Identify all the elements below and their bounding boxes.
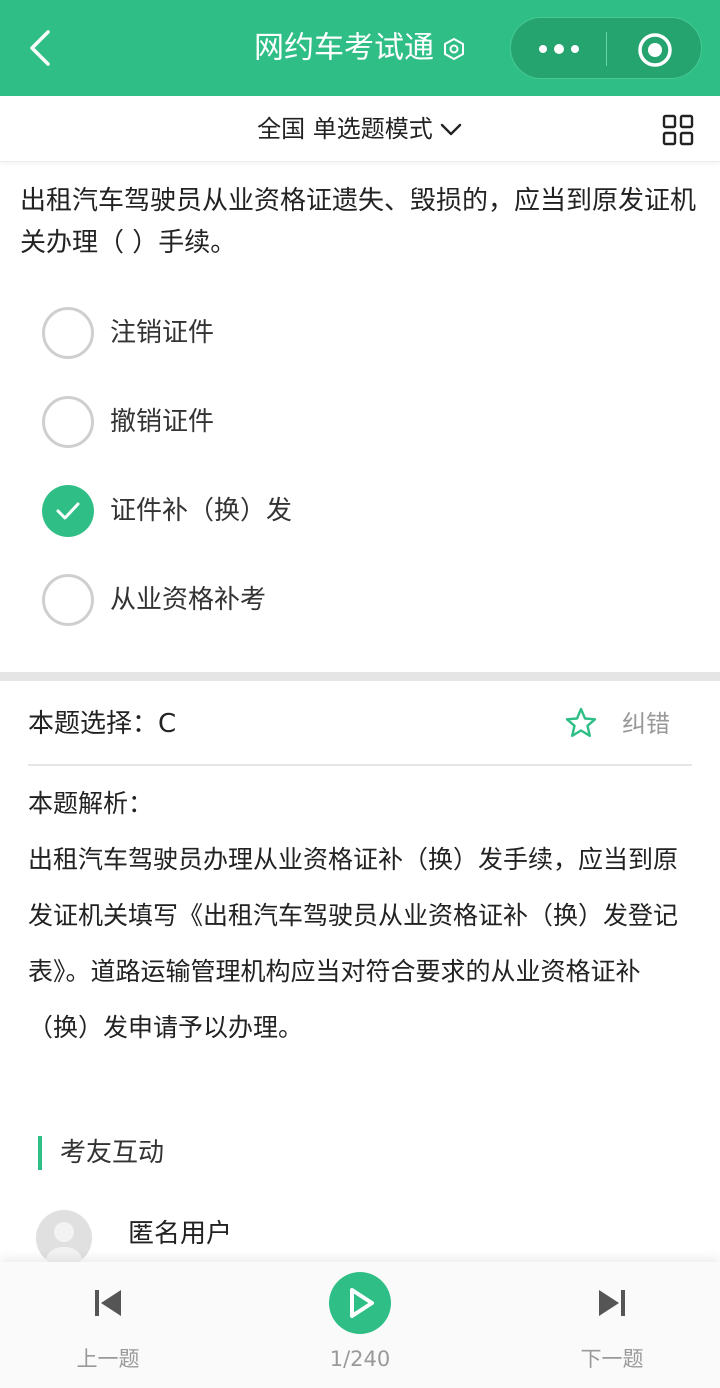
mode-dropdown[interactable]: 全国 单选题模式: [0, 112, 720, 146]
user-silhouette-icon: [46, 1222, 82, 1266]
option-d[interactable]: 从业资格补考: [42, 574, 662, 626]
next-question-button[interactable]: 下一题: [537, 1262, 687, 1388]
radio-unchecked-icon: [42, 396, 94, 448]
analysis-title: 本题解析：: [28, 789, 154, 818]
mode-bar: 全国 单选题模式: [0, 96, 720, 162]
option-label: 注销证件: [110, 318, 215, 348]
play-icon: [350, 1288, 374, 1318]
selected-answer: 本题选择：C: [28, 709, 177, 739]
option-c[interactable]: 证件补（换）发: [42, 485, 662, 537]
next-label: 下一题: [580, 1347, 644, 1371]
mode-label: 全国 单选题模式: [257, 115, 433, 143]
answer-row: 本题选择：C 纠错: [28, 700, 692, 766]
radio-unchecked-icon: [42, 307, 94, 359]
option-label: 从业资格补考: [110, 585, 267, 615]
avatar: [36, 1210, 92, 1266]
question-text: 出租汽车驾驶员从业资格证遗失、毁损的，应当到原发证机关办理（ ）手续。: [20, 186, 697, 258]
grid-icon[interactable]: [662, 114, 694, 146]
chevron-down-icon: [440, 123, 462, 136]
option-label: 撤销证件: [110, 407, 215, 437]
section-title-interaction: 考友互动: [38, 1136, 164, 1170]
option-label: 证件补（换）发: [110, 496, 293, 526]
hexagon-badge-icon: [444, 37, 464, 60]
question-counter: 1/240: [329, 1347, 391, 1371]
prev-question-button[interactable]: 上一题: [33, 1262, 183, 1388]
capsule-divider: [606, 32, 607, 66]
report-error-button[interactable]: 纠错: [622, 706, 670, 742]
section-divider: [0, 672, 720, 681]
app-header: 网约车考试通: [0, 0, 720, 96]
play-button[interactable]: [329, 1272, 391, 1334]
checkmark-icon: [56, 502, 80, 520]
analysis-text: 出租汽车驾驶员办理从业资格证补（换）发手续，应当到原发证机关填写《出租汽车驾驶员…: [28, 845, 679, 1042]
radio-unchecked-icon: [42, 574, 94, 626]
bottom-nav: 上一题 1/240 下一题: [0, 1262, 720, 1388]
option-a[interactable]: 注销证件: [42, 307, 662, 359]
skip-next-icon: [599, 1290, 625, 1316]
prev-label: 上一题: [76, 1347, 140, 1371]
radio-checked-icon: [42, 485, 94, 537]
skip-previous-icon: [95, 1290, 121, 1316]
page-title-text: 网约车考试通: [254, 30, 434, 66]
more-dots-icon[interactable]: [535, 36, 583, 62]
comment-username: 匿名用户: [128, 1219, 233, 1249]
mini-program-capsule: [510, 17, 702, 79]
target-circle-icon[interactable]: [637, 32, 673, 68]
option-b[interactable]: 撤销证件: [42, 396, 662, 448]
star-outline-icon[interactable]: [564, 706, 598, 740]
